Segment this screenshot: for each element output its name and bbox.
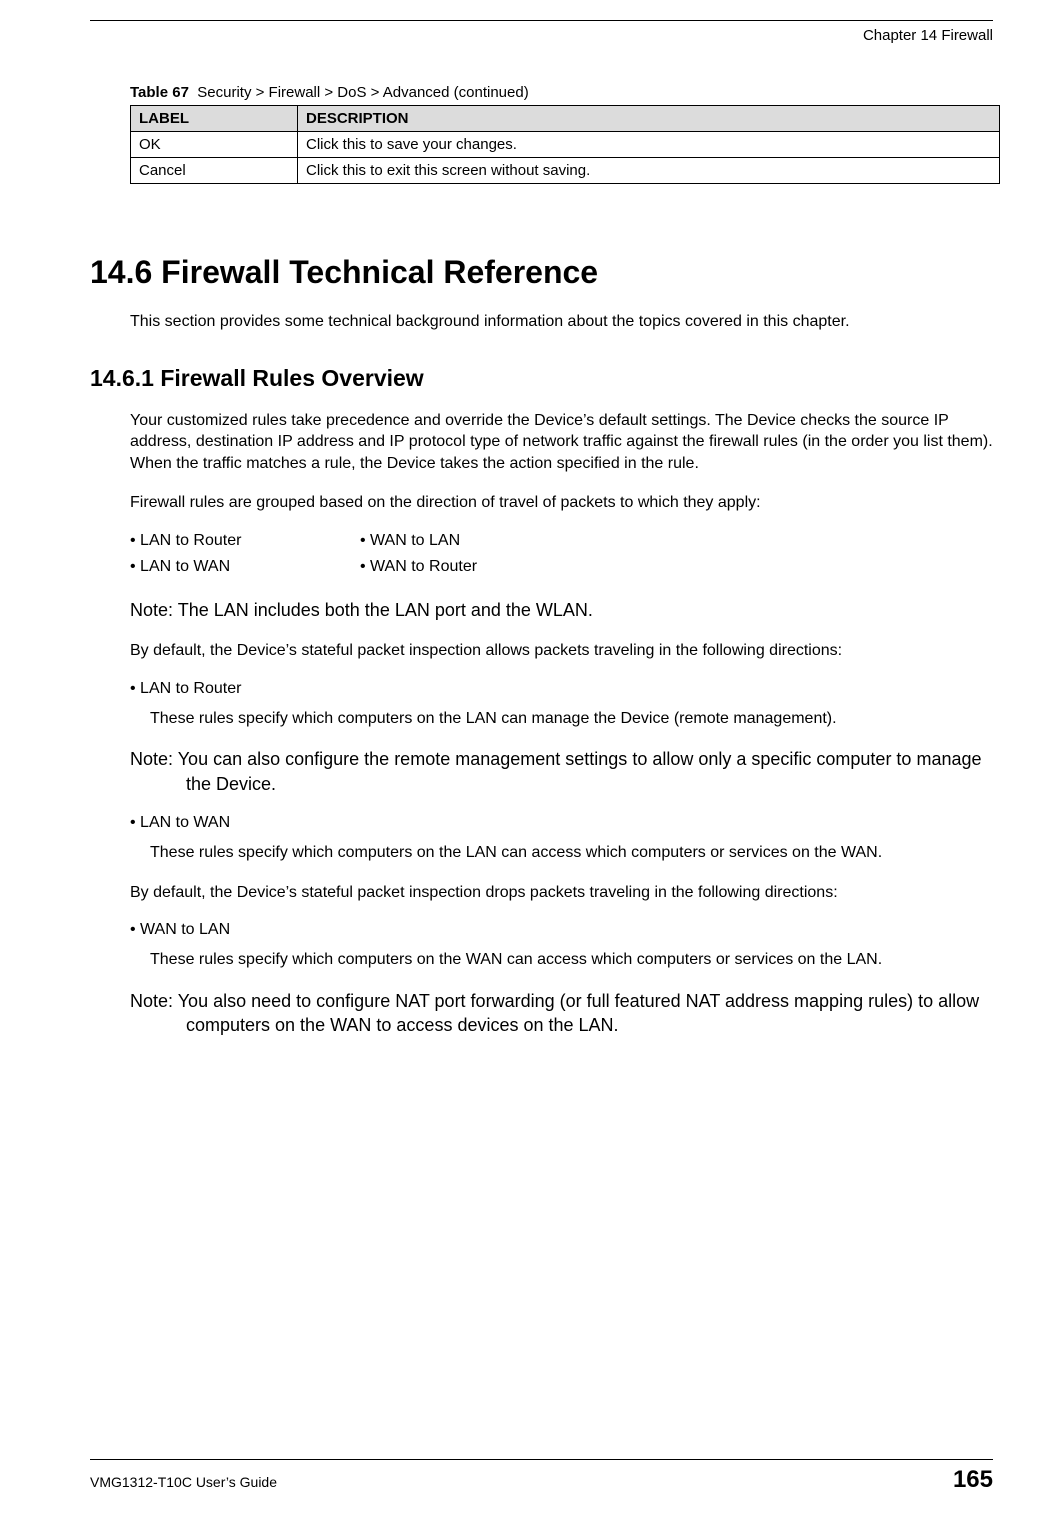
page-container: Chapter 14 Firewall Table 67 Security > … — [0, 0, 1063, 1524]
direction-lan-to-wan: • LAN to WAN — [130, 558, 360, 576]
section-heading-14-6: 14.6 Firewall Technical Reference — [90, 254, 993, 291]
table-number: Table 67 — [130, 84, 189, 101]
note-lan-wlan: Note: The LAN includes both the LAN port… — [130, 598, 993, 622]
desc-wan-to-lan: These rules specify which computers on t… — [150, 949, 993, 971]
column-header-description: DESCRIPTION — [298, 106, 1000, 132]
cell-description: Click this to save your changes. — [298, 132, 1000, 158]
direction-wan-to-lan: • WAN to LAN — [360, 532, 590, 550]
directions-row: • LAN to Router • WAN to LAN — [130, 532, 993, 550]
header-chapter-title: Chapter 14 Firewall — [90, 21, 993, 84]
table-header-row: LABEL DESCRIPTION — [131, 106, 1000, 132]
footer-rule — [90, 1459, 993, 1460]
cell-label: Cancel — [131, 158, 298, 184]
directions-grid: • LAN to Router • WAN to LAN • LAN to WA… — [130, 532, 993, 576]
desc-lan-to-wan: These rules specify which computers on t… — [150, 842, 993, 864]
desc-lan-to-router: These rules specify which computers on t… — [150, 708, 993, 730]
bullet-lan-to-router: • LAN to Router — [130, 680, 993, 698]
field-description-table: LABEL DESCRIPTION OK Click this to save … — [130, 105, 1000, 184]
page-footer: VMG1312-T10C User’s Guide 165 — [90, 1459, 993, 1494]
note-remote-management: Note: You can also configure the remote … — [130, 747, 993, 796]
column-header-label: LABEL — [131, 106, 298, 132]
note-nat-port-forwarding: Note: You also need to configure NAT por… — [130, 989, 993, 1038]
footer-row: VMG1312-T10C User’s Guide 165 — [90, 1466, 993, 1494]
para-spi-allows: By default, the Device’s stateful packet… — [130, 640, 993, 662]
cell-description: Click this to exit this screen without s… — [298, 158, 1000, 184]
footer-page-number: 165 — [953, 1466, 993, 1494]
table-row: Cancel Click this to exit this screen wi… — [131, 158, 1000, 184]
table-caption-text: Security > Firewall > DoS > Advanced (co… — [197, 84, 528, 101]
bullet-lan-to-wan: • LAN to WAN — [130, 814, 993, 832]
para-rules-precedence: Your customized rules take precedence an… — [130, 410, 993, 475]
cell-label: OK — [131, 132, 298, 158]
table-caption: Table 67 Security > Firewall > DoS > Adv… — [130, 84, 993, 105]
directions-row: • LAN to WAN • WAN to Router — [130, 558, 993, 576]
bullet-wan-to-lan: • WAN to LAN — [130, 921, 993, 939]
direction-wan-to-router: • WAN to Router — [360, 558, 590, 576]
section-14-6-intro: This section provides some technical bac… — [130, 311, 993, 333]
direction-lan-to-router: • LAN to Router — [130, 532, 360, 550]
table-row: OK Click this to save your changes. — [131, 132, 1000, 158]
section-heading-14-6-1: 14.6.1 Firewall Rules Overview — [90, 365, 993, 392]
footer-guide-name: VMG1312-T10C User’s Guide — [90, 1474, 277, 1490]
para-rules-grouped: Firewall rules are grouped based on the … — [130, 492, 993, 514]
para-spi-drops: By default, the Device’s stateful packet… — [130, 882, 993, 904]
